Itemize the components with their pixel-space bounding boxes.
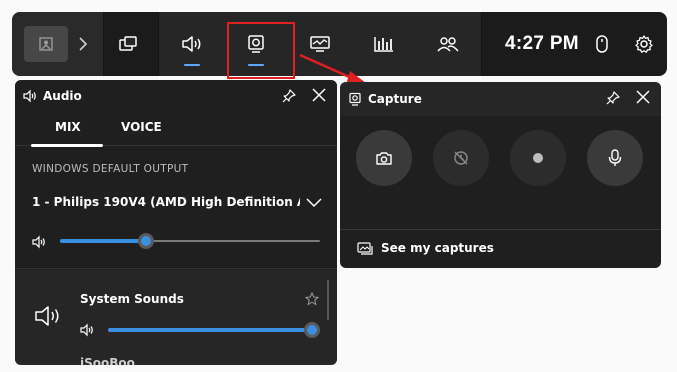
mouse-icon[interactable] <box>584 26 620 62</box>
audio-title: Audio <box>43 89 82 103</box>
see-my-captures-label: See my captures <box>381 241 494 255</box>
see-my-captures-link[interactable]: See my captures <box>357 239 494 257</box>
slider-fill <box>60 239 146 243</box>
close-icon[interactable] <box>311 87 327 103</box>
tab-mix[interactable]: MIX <box>55 120 81 134</box>
chevron-right-icon[interactable] <box>76 34 90 54</box>
divider <box>15 268 337 269</box>
settings-icon[interactable] <box>626 26 662 62</box>
capture-buttons <box>356 130 646 186</box>
widgets-icon[interactable] <box>110 26 146 62</box>
system-sounds-icon <box>35 306 59 326</box>
screenshot-button[interactable] <box>356 130 412 186</box>
start-recording-button[interactable] <box>510 130 566 186</box>
resources-icon[interactable] <box>366 26 402 62</box>
camera-icon <box>376 152 392 165</box>
capture-title: Capture <box>368 92 422 106</box>
slider-thumb[interactable] <box>137 233 154 249</box>
pin-icon[interactable] <box>605 90 621 106</box>
master-volume-slider[interactable] <box>60 233 320 249</box>
scrollbar[interactable] <box>327 280 329 320</box>
tab-selected-indicator <box>31 144 103 147</box>
audio-active-indicator <box>184 64 200 66</box>
capture-active-indicator <box>248 64 264 66</box>
record-dot-icon <box>533 153 543 163</box>
slider-fill <box>108 328 312 332</box>
record-last-30s-button[interactable] <box>433 130 489 186</box>
home-icon[interactable] <box>24 26 68 62</box>
record-last-icon <box>454 151 468 165</box>
microphone-icon <box>608 149 622 166</box>
audio-header: Audio <box>15 80 337 112</box>
capture-panel: Capture See my captures <box>340 82 661 268</box>
clock: 4:27 PM <box>505 33 579 54</box>
speaker-icon <box>23 89 36 103</box>
app-name: iSooBoo <box>80 356 135 365</box>
tab-voice[interactable]: VOICE <box>121 120 162 134</box>
game-bar: 4:27 PM <box>12 12 667 76</box>
chevron-down-icon <box>306 198 322 208</box>
master-volume-icon[interactable] <box>32 235 48 249</box>
close-icon[interactable] <box>635 89 651 105</box>
pin-icon[interactable] <box>281 88 297 104</box>
capture-header: Capture <box>340 82 661 116</box>
capture-icon[interactable] <box>238 26 274 66</box>
output-section-label: WINDOWS DEFAULT OUTPUT <box>32 163 189 175</box>
divider <box>340 229 661 230</box>
audio-tabs: MIX VOICE <box>15 116 337 147</box>
app-volume-icon[interactable] <box>80 323 96 337</box>
audio-icon[interactable] <box>174 26 210 66</box>
slider-thumb[interactable] <box>303 322 320 338</box>
favorite-star-icon[interactable] <box>305 292 319 306</box>
gallery-icon <box>357 242 373 255</box>
capture-icon <box>349 92 361 106</box>
output-device-dropdown[interactable]: 1 - Philips 190V4 (AMD High Definition A… <box>32 192 324 212</box>
performance-icon[interactable] <box>302 26 338 62</box>
microphone-toggle-button[interactable] <box>587 130 643 186</box>
audio-panel: Audio MIX VOICE WINDOWS DEFAULT OUTPUT 1… <box>15 80 337 365</box>
app-name: System Sounds <box>80 292 184 306</box>
app-volume-slider[interactable] <box>108 322 320 338</box>
app-mixer-list: System Sounds iSooBoo <box>15 270 337 365</box>
social-icon[interactable] <box>430 26 466 62</box>
output-device-name: 1 - Philips 190V4 (AMD High Definition A… <box>32 195 300 209</box>
